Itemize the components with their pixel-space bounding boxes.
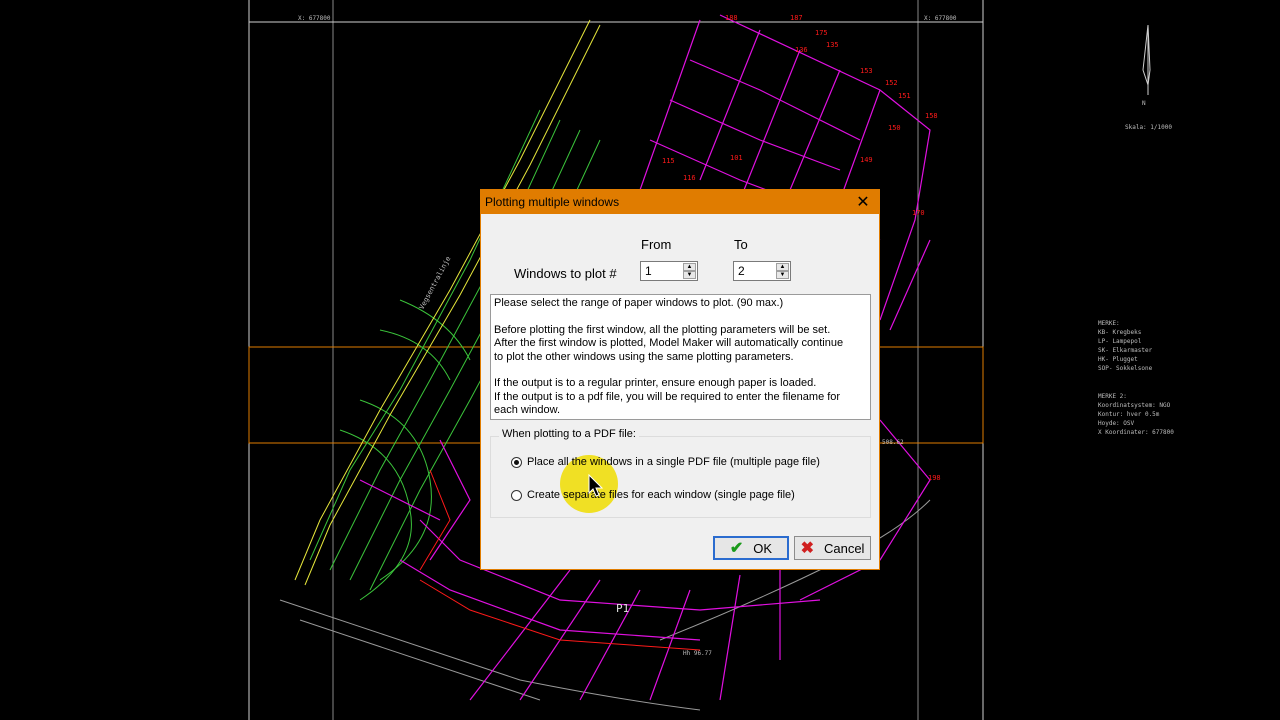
from-label: From (641, 237, 672, 252)
height-label: Hh 96.77 (683, 650, 712, 657)
mouse-pointer-icon (588, 474, 604, 497)
dialog-titlebar[interactable]: Plotting multiple windows ✕ (481, 190, 879, 214)
parcel-label: 152 (885, 79, 898, 87)
legend-item: LP- Lampepol (1098, 338, 1142, 345)
ok-button[interactable]: ✔ OK (713, 536, 789, 560)
legend-item: SK- Elkarmaster (1098, 347, 1153, 354)
parcel-label: 175 (815, 29, 828, 37)
side-coord-label: 508.62 (882, 439, 904, 446)
point-label-p1: P1 (616, 602, 629, 615)
to-value: 2 (738, 264, 745, 278)
ok-button-label: OK (753, 540, 773, 556)
to-decrement-icon[interactable]: ▼ (776, 271, 789, 279)
cancel-button-label: Cancel (823, 540, 865, 556)
radio-separate-files[interactable] (511, 489, 522, 501)
option-separate-files[interactable]: Create separate files for each window (s… (511, 489, 795, 501)
to-label: To (734, 237, 748, 252)
x-icon: ✖ (800, 540, 814, 557)
parcel-label: 135 (826, 41, 839, 49)
notes-title: MERKE 2: (1098, 393, 1127, 400)
plot-multiple-windows-dialog: Plotting multiple windows ✕ From To Wind… (480, 189, 880, 570)
coord-label-left: X: 677800 (298, 15, 331, 22)
from-increment-icon[interactable]: ▲ (683, 263, 696, 271)
coord-label-right: X: 677800 (924, 15, 957, 22)
close-icon: ✕ (856, 194, 870, 211)
to-spinner[interactable]: 2 ▲ ▼ (733, 261, 791, 281)
scale-label: Skala: 1/1000 (1125, 124, 1172, 131)
legend-item: HK- Plugget (1098, 356, 1138, 363)
to-increment-icon[interactable]: ▲ (776, 263, 789, 271)
legend-item: KB- Kregbeks (1098, 329, 1142, 336)
dialog-title: Plotting multiple windows (485, 195, 620, 209)
notes-item: Koordinatsystem: NGO (1098, 402, 1171, 409)
parcel-label: 151 (898, 92, 911, 100)
from-value: 1 (645, 264, 652, 278)
info-paragraph: Please select the range of paper windows… (494, 297, 784, 309)
legend-item: SOP- Sokkelsone (1098, 365, 1153, 372)
info-paragraph: If the output is to a regular printer, e… (494, 377, 841, 417)
from-spinner[interactable]: 1 ▲ ▼ (640, 261, 698, 281)
parcel-label: 115 (662, 157, 675, 165)
parcel-label: 149 (860, 156, 873, 164)
legend-title: MERKE: (1098, 320, 1120, 327)
parcel-label: 170 (912, 209, 925, 217)
parcel-label: 158 (925, 112, 938, 120)
parcel-label: 153 (860, 67, 873, 75)
parcel-label: 136 (795, 46, 808, 54)
parcel-label: 198 (928, 474, 941, 482)
option-single-pdf[interactable]: Place all the windows in a single PDF fi… (511, 456, 820, 468)
pdf-group-title: When plotting to a PDF file: (499, 428, 639, 440)
radio-single-pdf[interactable] (511, 456, 522, 468)
notes-item: X Koordinater: 677800 (1098, 429, 1174, 436)
parcel-label: 116 (683, 174, 696, 182)
parcel-label: 101 (730, 154, 743, 162)
info-text-box[interactable]: Please select the range of paper windows… (490, 294, 871, 420)
parcel-label: 150 (888, 124, 901, 132)
pdf-options-group: When plotting to a PDF file: Place all t… (490, 428, 871, 518)
close-button[interactable]: ✕ (847, 190, 879, 214)
cancel-button[interactable]: ✖ Cancel (794, 536, 871, 560)
windows-to-plot-label: Windows to plot # (514, 266, 617, 281)
checkmark-icon: ✔ (729, 540, 744, 557)
info-paragraph: Before plotting the first window, all th… (494, 323, 844, 363)
parcel-label: 188 (725, 14, 738, 22)
north-label: N (1142, 100, 1146, 107)
notes-item: Kontur: hver 0.5m (1098, 411, 1160, 418)
parcel-label: 187 (790, 14, 803, 22)
north-arrow-icon (1142, 24, 1151, 95)
notes-item: Hoyde: OSV (1098, 420, 1135, 427)
from-decrement-icon[interactable]: ▼ (683, 271, 696, 279)
